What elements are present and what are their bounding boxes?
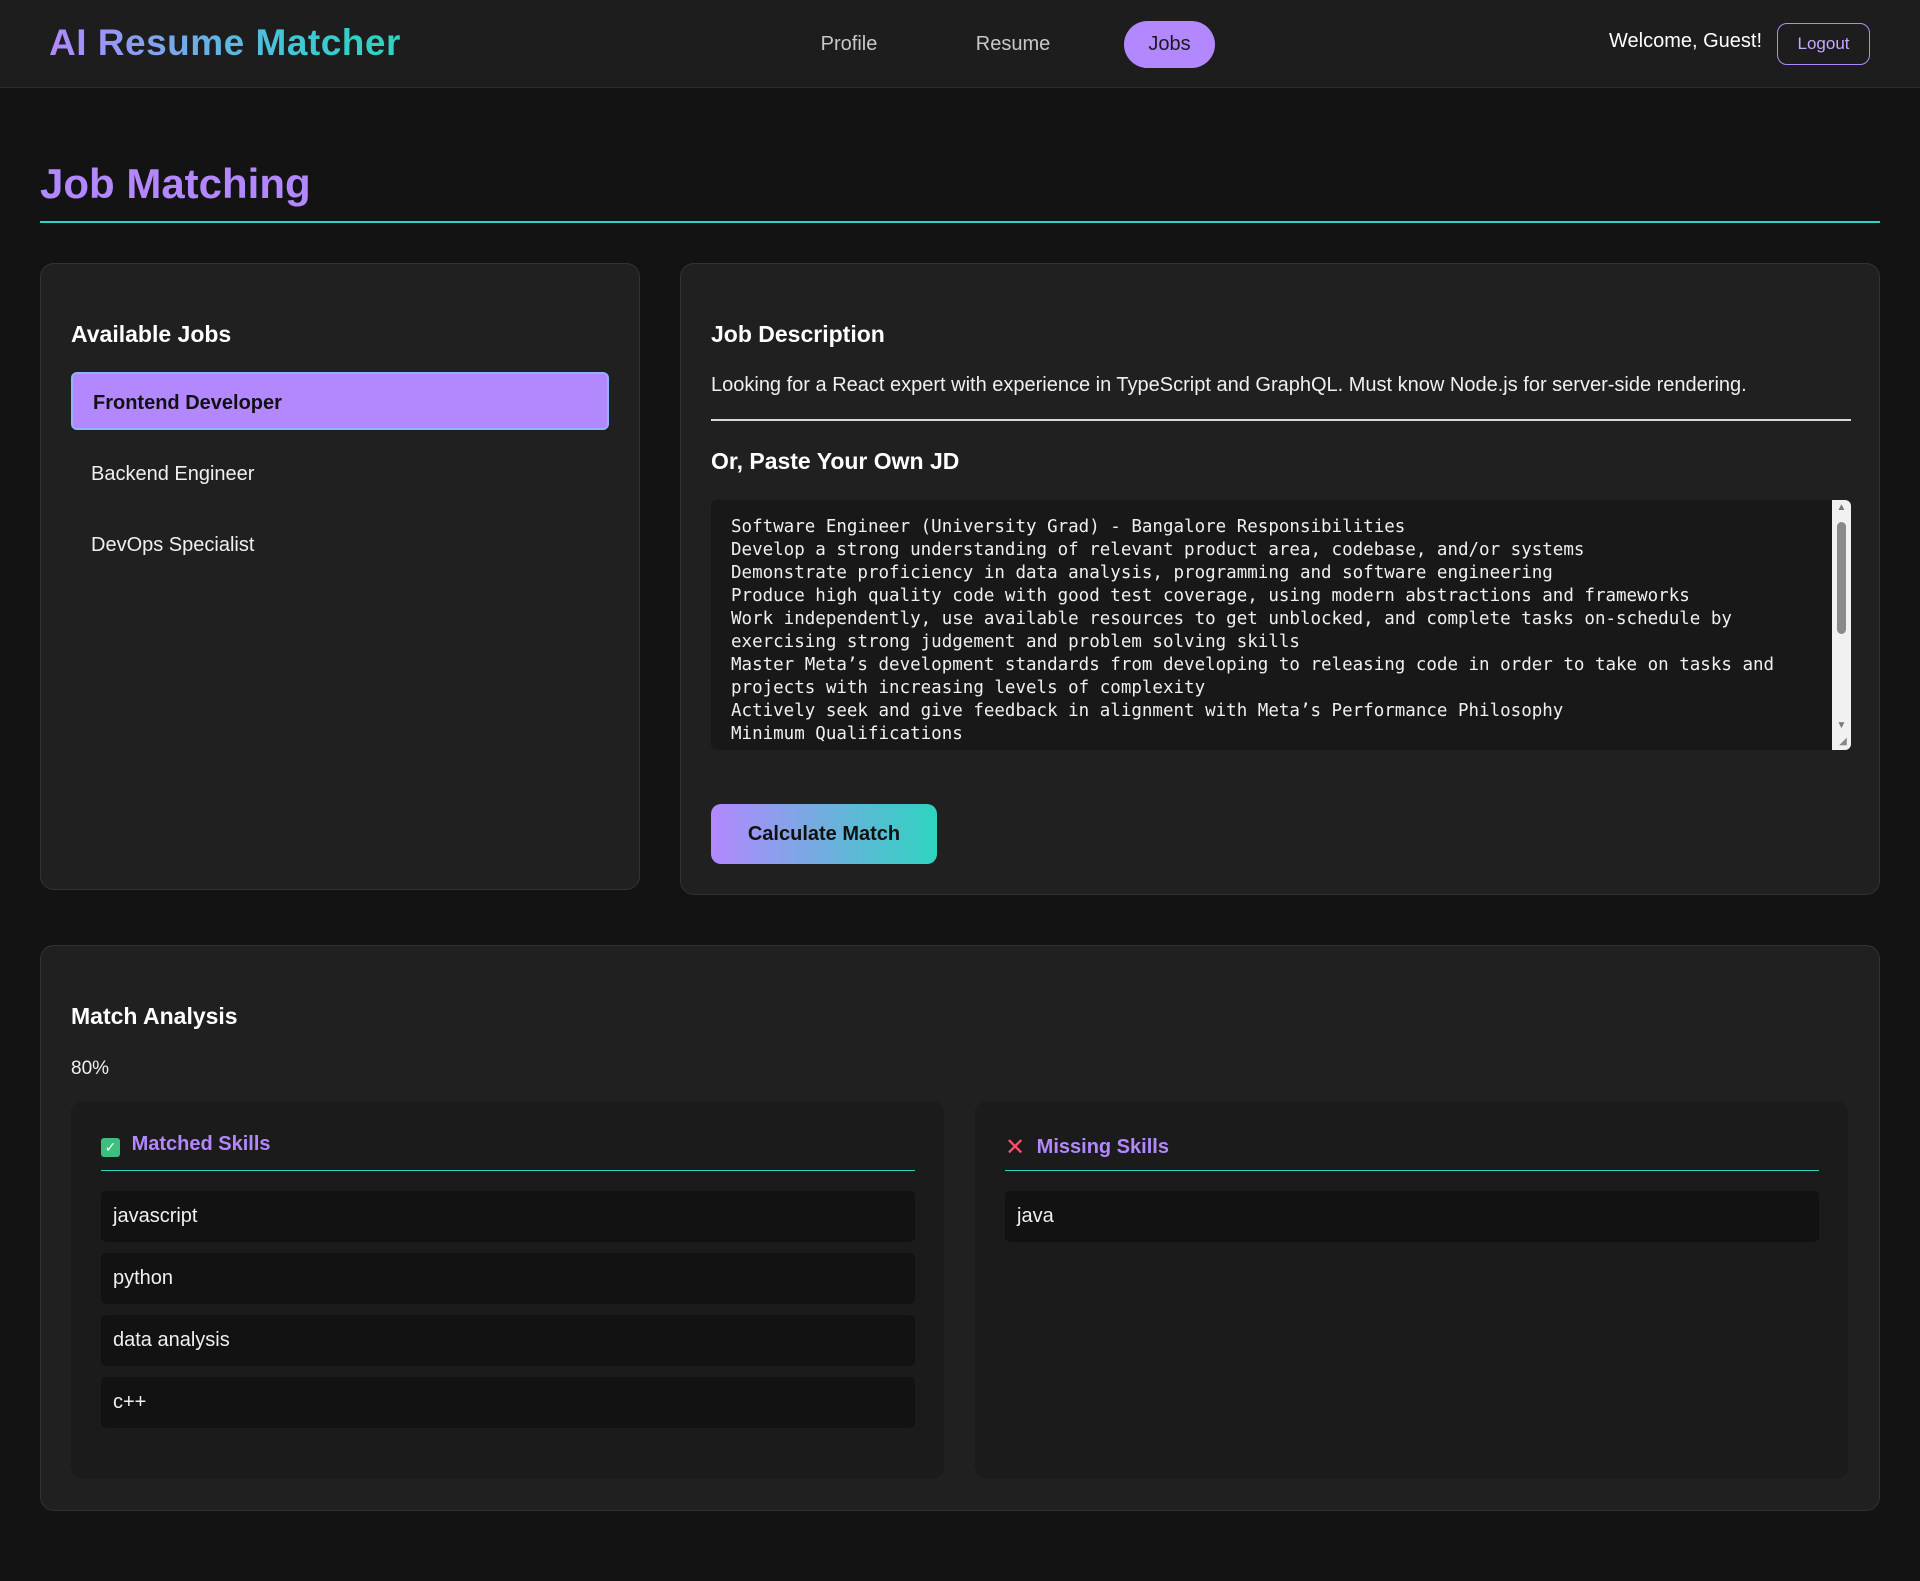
resize-grip-icon[interactable]: ◢ xyxy=(1837,736,1849,748)
nav-item-jobs[interactable]: Jobs xyxy=(1124,21,1215,68)
check-box-icon: ✓ xyxy=(101,1138,120,1157)
job-description-text: Looking for a React expert with experien… xyxy=(711,374,1747,396)
paste-jd-heading: Or, Paste Your Own JD xyxy=(711,448,960,474)
logout-button[interactable]: Logout xyxy=(1777,23,1870,65)
scroll-up-arrow-icon[interactable]: ▲ xyxy=(1832,500,1851,516)
job-item-devops-specialist[interactable]: DevOps Specialist xyxy=(71,516,609,574)
matched-skills-title: Matched Skills xyxy=(131,1133,271,1155)
description-divider xyxy=(711,419,1851,421)
nav-item-resume[interactable]: Resume xyxy=(963,21,1063,68)
matched-skills-divider xyxy=(101,1170,915,1171)
scroll-thumb[interactable] xyxy=(1837,522,1846,634)
available-jobs-heading: Available Jobs xyxy=(71,321,232,347)
matched-skills-header: ✓ Matched Skills xyxy=(101,1133,271,1157)
missing-skills-header: ✕ Missing Skills xyxy=(1005,1133,1169,1162)
welcome-message: Welcome, Guest! xyxy=(1609,30,1763,52)
missing-skill-item: java xyxy=(1005,1191,1819,1242)
match-analysis-heading: Match Analysis xyxy=(71,1003,238,1029)
job-item-frontend-developer[interactable]: Frontend Developer xyxy=(71,372,609,430)
title-divider xyxy=(40,221,1880,223)
job-description-heading: Job Description xyxy=(711,321,885,347)
x-icon: ✕ xyxy=(1005,1134,1026,1161)
page-title: Job Matching xyxy=(40,160,311,207)
matched-skill-item: python xyxy=(101,1253,915,1304)
matched-skill-item: data analysis xyxy=(101,1315,915,1366)
jd-scrollbar[interactable]: ▲ ▼ ◢ xyxy=(1832,500,1851,750)
missing-skills-title: Missing Skills xyxy=(1036,1136,1169,1158)
missing-skills-divider xyxy=(1005,1170,1819,1171)
matched-skills-panel: ✓ Matched Skills javascript python data … xyxy=(71,1101,944,1479)
job-item-backend-engineer[interactable]: Backend Engineer xyxy=(71,445,609,503)
scroll-down-arrow-icon[interactable]: ▼ xyxy=(1832,718,1851,734)
nav-item-profile[interactable]: Profile xyxy=(800,21,898,68)
match-analysis-card: Match Analysis 80% ✓ Matched Skills java… xyxy=(40,945,1880,1511)
match-score: 80% xyxy=(71,1058,110,1079)
paste-jd-textarea[interactable]: Software Engineer (University Grad) - Ba… xyxy=(711,500,1851,750)
top-navbar: AI Resume Matcher Profile Resume Jobs We… xyxy=(0,0,1920,88)
matched-skill-item: c++ xyxy=(101,1377,915,1428)
paste-jd-content[interactable]: Software Engineer (University Grad) - Ba… xyxy=(731,516,1811,746)
job-description-card: Job Description Looking for a React expe… xyxy=(680,263,1880,895)
matched-skill-item: javascript xyxy=(101,1191,915,1242)
missing-skills-panel: ✕ Missing Skills java xyxy=(975,1101,1848,1479)
available-jobs-card: Available Jobs Frontend Developer Backen… xyxy=(40,263,640,890)
calculate-match-button[interactable]: Calculate Match xyxy=(711,804,937,864)
